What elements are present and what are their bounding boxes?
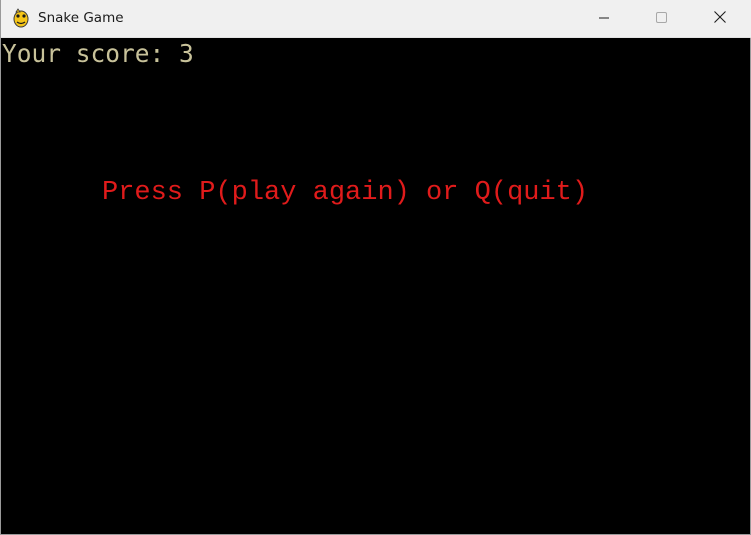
close-button[interactable]	[697, 0, 743, 37]
game-canvas[interactable]: Your score: 3 Press P(play again) or Q(q…	[1, 38, 750, 534]
maximize-icon	[655, 10, 667, 28]
game-over-message: Press P(play again) or Q(quit)	[102, 178, 589, 208]
minimize-icon	[599, 10, 609, 28]
window-title: Snake Game	[38, 10, 124, 26]
maximize-button[interactable]	[638, 0, 684, 37]
minimize-button[interactable]	[581, 0, 627, 37]
close-icon	[714, 10, 726, 28]
title-bar[interactable]: Snake Game	[1, 0, 751, 38]
snake-game-window: Snake Game Your score: 3 Press P(play ag…	[0, 0, 751, 535]
pygame-snake-icon	[12, 8, 30, 28]
score-text: Your score: 3	[2, 39, 194, 68]
